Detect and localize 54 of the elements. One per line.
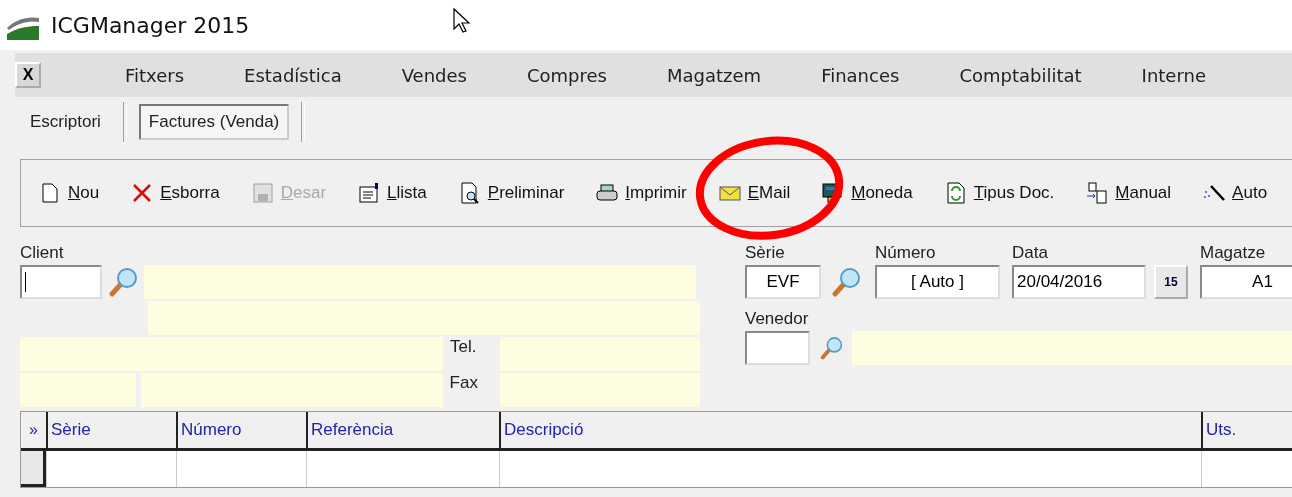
toolbar-button[interactable]: Esborra [131,182,220,204]
menu-item[interactable]: Interne [1141,64,1206,86]
column-header[interactable]: Referència [306,412,499,448]
toolbar-button[interactable]: Moneda [822,182,913,204]
toolbar-button[interactable]: Preliminar [458,182,565,204]
monitor-icon [822,182,845,204]
row-selector[interactable] [21,451,46,487]
field-label: Venedor [745,309,809,329]
date-field[interactable]: 20/04/2016 [1012,265,1146,299]
column-header[interactable]: Descripció [499,412,1201,448]
field-label: Data [1012,243,1048,263]
column-header[interactable]: Uts. [1201,412,1292,448]
menu-item[interactable]: Vendes [401,64,467,86]
cursor-icon [453,7,471,33]
menu-item[interactable]: Finances [821,64,900,86]
menu-item[interactable]: Magatzem [667,64,762,86]
refresh-page-icon [944,182,967,204]
row-indicator: » [28,420,39,440]
field-label: Número [875,243,936,263]
toolbar-button[interactable]: Tipus Doc. [944,182,1055,204]
toolbar-button[interactable]: Manual [1086,182,1172,204]
tab[interactable]: Factures (Venda) [138,104,290,140]
document-icon [39,182,61,204]
menu-item[interactable]: Fitxers [125,64,185,86]
floppy-icon [251,182,274,204]
toolbar-button[interactable]: Llista [358,182,427,204]
text-field[interactable]: A1 [1200,265,1292,299]
toolbar-button[interactable]: Nou [39,182,100,204]
column-header[interactable]: Número [176,412,306,448]
menu-item[interactable]: Comptabilitat [959,64,1082,86]
field-label: Magatze [1200,243,1266,263]
calendar-button[interactable]: 15 [1154,265,1188,299]
seller-code-field[interactable] [745,331,810,365]
toolbar-button[interactable]: Imprimir [596,182,687,204]
menu-item[interactable]: Estadística [244,64,342,86]
menu-item[interactable]: Compres [527,64,607,86]
magnified-page-icon [458,182,481,204]
column-header[interactable]: Sèrie [46,412,176,448]
tab[interactable]: Escriptori [20,104,111,140]
cross-icon [131,182,154,204]
field-label: Tel. [449,337,478,357]
field-label: Fax [448,373,479,393]
field-label: Sèrie [745,243,785,263]
client-code-field[interactable] [20,265,102,299]
series-field[interactable]: EVF [745,265,821,299]
toolbar-button[interactable]: Auto [1203,182,1268,204]
pages-arrow-icon [1086,182,1109,204]
window-title: ICGManager 2015 [51,12,250,38]
text-field[interactable]: [ Auto ] [875,265,1000,299]
clipboard-icon [358,182,381,204]
field-label: Client [20,243,64,263]
printer-icon [596,182,619,204]
close-button[interactable]: X [15,62,41,88]
toolbar-button[interactable]: EMail [718,182,791,204]
